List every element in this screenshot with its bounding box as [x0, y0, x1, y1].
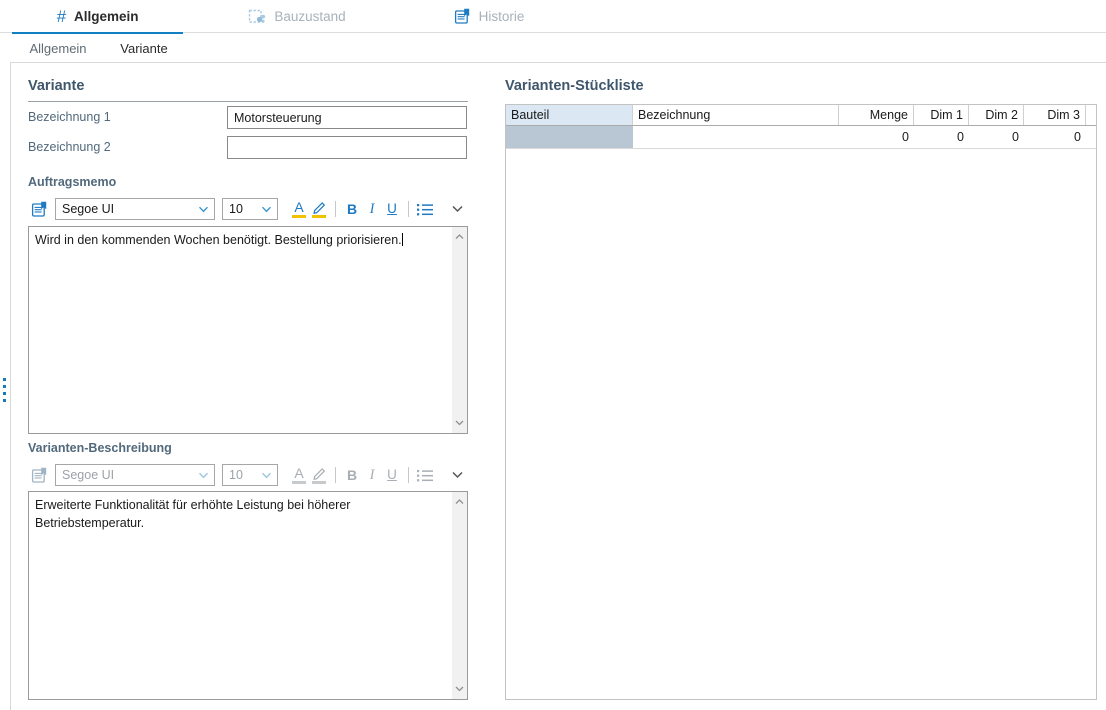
book-icon: [31, 467, 48, 484]
text-caret: [402, 233, 403, 246]
font-family-select[interactable]: Segoe UI: [55, 464, 215, 486]
book-icon: [31, 201, 48, 218]
font-size-select[interactable]: 10: [222, 464, 278, 486]
font-size-select[interactable]: 10: [222, 198, 278, 220]
scroll-down-arrow[interactable]: [452, 681, 467, 697]
tab-allgemein[interactable]: # Allgemein: [12, 0, 183, 33]
scroll-down-arrow[interactable]: [452, 415, 467, 431]
bezeichnung2-input[interactable]: [227, 136, 467, 159]
sub-tab-bar: Allgemein Variante: [0, 34, 1106, 62]
font-family-select[interactable]: Segoe UI: [55, 198, 215, 220]
cell-dim1[interactable]: 0: [914, 126, 969, 148]
table-header-row: Bauteil Bezeichnung Menge Dim 1 Dim 2 Di…: [506, 105, 1096, 126]
memo-text: Wird in den kommenden Wochen benötigt. B…: [35, 233, 402, 247]
chevron-down-icon: [261, 206, 272, 213]
column-header-dim1[interactable]: Dim 1: [914, 105, 969, 125]
tab-label: Historie: [479, 9, 525, 24]
font-family-value: Segoe UI: [62, 468, 114, 482]
tab-label: Allgemein: [74, 9, 139, 24]
toolbar-more-button[interactable]: [451, 205, 464, 213]
hash-icon: #: [57, 8, 66, 25]
column-header-dim2[interactable]: Dim 2: [969, 105, 1024, 125]
font-color-button[interactable]: A: [289, 464, 309, 486]
tab-label: Bauzustand: [274, 9, 345, 24]
bullet-list-icon: [416, 468, 434, 483]
pen-icon: [312, 466, 327, 480]
table-row[interactable]: 0 0 0 0: [506, 126, 1096, 149]
scroll-up-arrow[interactable]: [452, 494, 467, 510]
italic-button[interactable]: I: [362, 464, 382, 486]
beschreibung-toolbar: Segoe UI 10 A B I U: [31, 462, 464, 488]
subtab-label: Allgemein: [29, 41, 86, 56]
font-size-value: 10: [229, 202, 243, 216]
subtab-variante[interactable]: Variante: [103, 34, 185, 62]
section-title-stueckliste: Varianten-Stückliste: [505, 78, 644, 94]
column-header-bezeichnung[interactable]: Bezeichnung: [633, 105, 839, 125]
panel-splitter-handle[interactable]: [1, 378, 8, 402]
cell-bauteil[interactable]: [506, 126, 633, 148]
memo-toolbar: Segoe UI 10 A B I U: [31, 196, 464, 222]
scrollbar[interactable]: [452, 227, 467, 433]
bold-button[interactable]: B: [342, 198, 362, 220]
toolbar-separator: [335, 201, 336, 217]
toolbar-separator: [408, 467, 409, 483]
section-title-variante: Variante: [28, 78, 468, 102]
beschreibung-label: Varianten-Beschreibung: [28, 441, 172, 455]
pen-icon: [312, 200, 327, 214]
cell-menge[interactable]: 0: [839, 126, 914, 148]
chevron-down-icon: [198, 206, 209, 213]
bullet-list-button[interactable]: [415, 464, 435, 486]
chevron-down-icon: [198, 472, 209, 479]
column-header-filler: [1086, 105, 1096, 125]
subtab-allgemein[interactable]: Allgemein: [14, 34, 102, 62]
underline-button[interactable]: U: [382, 198, 402, 220]
bullet-list-button[interactable]: [415, 198, 435, 220]
auftragsmemo-textarea[interactable]: Wird in den kommenden Wochen benötigt. B…: [28, 226, 468, 434]
column-header-dim3[interactable]: Dim 3: [1024, 105, 1086, 125]
tab-historie[interactable]: Historie: [443, 0, 535, 33]
content-panel: Variante Bezeichnung 1 Bezeichnung 2 Auf…: [10, 62, 1106, 710]
highlight-button[interactable]: [309, 464, 329, 486]
bullet-list-icon: [416, 202, 434, 217]
font-family-value: Segoe UI: [62, 202, 114, 216]
toolbar-separator: [408, 201, 409, 217]
toolbar-more-button[interactable]: [451, 471, 464, 479]
column-header-menge[interactable]: Menge: [839, 105, 914, 125]
book-icon: [454, 8, 471, 25]
underline-button[interactable]: U: [382, 464, 402, 486]
bold-button[interactable]: B: [342, 464, 362, 486]
toolbar-separator: [335, 467, 336, 483]
highlight-button[interactable]: [309, 198, 329, 220]
italic-button[interactable]: I: [362, 198, 382, 220]
tab-bauzustand[interactable]: Bauzustand: [237, 0, 357, 33]
top-tab-bar: # Allgemein Bauzustand Historie: [0, 0, 1106, 33]
bauzustand-icon: [248, 8, 266, 25]
bezeichnung1-input[interactable]: [227, 106, 467, 129]
chevron-down-icon: [261, 472, 272, 479]
beschreibung-text: Erweiterte Funktionalität für erhöhte Le…: [35, 498, 354, 530]
beschreibung-textarea[interactable]: Erweiterte Funktionalität für erhöhte Le…: [28, 491, 468, 700]
column-header-bauteil[interactable]: Bauteil: [506, 105, 633, 125]
auftragsmemo-label: Auftragsmemo: [28, 175, 116, 189]
scrollbar[interactable]: [452, 492, 467, 699]
scroll-up-arrow[interactable]: [452, 229, 467, 245]
chevron-down-icon: [451, 471, 464, 479]
field-label-bezeichnung2: Bezeichnung 2: [28, 140, 111, 154]
cell-dim2[interactable]: 0: [969, 126, 1024, 148]
cell-bezeichnung[interactable]: [633, 126, 839, 148]
cell-filler: [1086, 126, 1096, 148]
field-label-bezeichnung1: Bezeichnung 1: [28, 110, 111, 124]
font-size-value: 10: [229, 468, 243, 482]
chevron-down-icon: [451, 205, 464, 213]
cell-dim3[interactable]: 0: [1024, 126, 1086, 148]
font-color-button[interactable]: A: [289, 198, 309, 220]
subtab-label: Variante: [120, 41, 167, 56]
stueckliste-table: Bauteil Bezeichnung Menge Dim 1 Dim 2 Di…: [505, 104, 1097, 700]
